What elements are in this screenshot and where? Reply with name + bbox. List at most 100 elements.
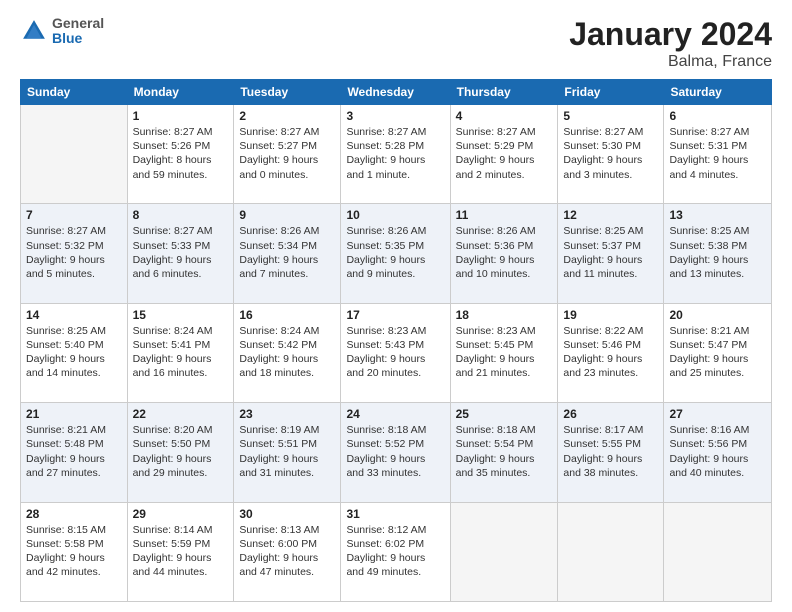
day-number: 28 [26,507,122,521]
logo-line2: Blue [52,31,104,46]
calendar-cell: 6Sunrise: 8:27 AMSunset: 5:31 PMDaylight… [664,105,772,204]
day-number: 3 [346,109,444,123]
calendar-header-tuesday: Tuesday [234,80,341,105]
day-info: Sunrise: 8:17 AMSunset: 5:55 PMDaylight:… [563,423,658,480]
calendar-cell: 7 Sunrise: 8:27 AMSunset: 5:32 PMDaylight… [21,204,128,303]
day-number: 2 [239,109,335,123]
day-info: Sunrise: 8:21 AMSunset: 5:48 PMDaylight:… [26,423,122,480]
day-info: Sunrise: 8:27 AMSunset: 5:26 PMDaylight:… [133,125,229,182]
calendar-cell: 30Sunrise: 8:13 AMSunset: 6:00 PMDayligh… [234,502,341,601]
calendar-cell: 21 Sunrise: 8:21 AMSunset: 5:48 PMDayligh… [21,403,128,502]
calendar-week-row: 21 Sunrise: 8:21 AMSunset: 5:48 PMDayligh… [21,403,772,502]
day-number: 11 [456,208,553,222]
logo-line1: General [52,16,104,31]
day-info: Sunrise: 8:25 AMSunset: 5:38 PMDaylight:… [669,224,766,281]
calendar-cell: 15 Sunrise: 8:24 AMSunset: 5:41 PMDayligh… [127,303,234,402]
day-number: 24 [346,407,444,421]
day-info: Sunrise: 8:19 AMSunset: 5:51 PMDaylight:… [239,423,335,480]
day-info: Sunrise: 8:27 AMSunset: 5:28 PMDaylight:… [346,125,444,182]
day-info: Sunrise: 8:24 AMSunset: 5:41 PMDaylight:… [133,324,229,381]
logo-icon [20,17,48,45]
day-number: 1 [133,109,229,123]
calendar-cell: 17 Sunrise: 8:23 AMSunset: 5:43 PMDayligh… [341,303,450,402]
day-info: Sunrise: 8:27 AMSunset: 5:29 PMDaylight:… [456,125,553,182]
calendar-week-row: 7 Sunrise: 8:27 AMSunset: 5:32 PMDaylight… [21,204,772,303]
calendar-cell: 3 Sunrise: 8:27 AMSunset: 5:28 PMDaylight… [341,105,450,204]
day-info: Sunrise: 8:26 AMSunset: 5:34 PMDaylight:… [239,224,335,281]
day-info: Sunrise: 8:26 AMSunset: 5:36 PMDaylight:… [456,224,553,281]
header: General Blue January 2024 Balma, France [20,16,772,71]
calendar-header-thursday: Thursday [450,80,558,105]
day-number: 15 [133,308,229,322]
calendar-cell: 20 Sunrise: 8:21 AMSunset: 5:47 PMDayligh… [664,303,772,402]
day-number: 29 [133,507,229,521]
calendar-table: SundayMondayTuesdayWednesdayThursdayFrid… [20,79,772,602]
day-info: Sunrise: 8:27 AMSunset: 5:32 PMDaylight:… [26,224,122,281]
day-number: 4 [456,109,553,123]
day-number: 10 [346,208,444,222]
calendar-week-row: 14 Sunrise: 8:25 AMSunset: 5:40 PMDayligh… [21,303,772,402]
day-number: 12 [563,208,658,222]
day-info: Sunrise: 8:23 AMSunset: 5:43 PMDaylight:… [346,324,444,381]
calendar-cell: 5Sunrise: 8:27 AMSunset: 5:30 PMDaylight… [558,105,664,204]
calendar-cell: 28 Sunrise: 8:15 AMSunset: 5:58 PMDayligh… [21,502,128,601]
day-info: Sunrise: 8:21 AMSunset: 5:47 PMDaylight:… [669,324,766,381]
calendar-header-sunday: Sunday [21,80,128,105]
calendar-cell: 22 Sunrise: 8:20 AMSunset: 5:50 PMDayligh… [127,403,234,502]
calendar-cell [21,105,128,204]
day-info: Sunrise: 8:12 AMSunset: 6:02 PMDaylight:… [346,523,444,580]
calendar-cell: 25 Sunrise: 8:18 AMSunset: 5:54 PMDayligh… [450,403,558,502]
page-subtitle: Balma, France [569,53,772,71]
day-info: Sunrise: 8:20 AMSunset: 5:50 PMDaylight:… [133,423,229,480]
calendar-cell: 23 Sunrise: 8:19 AMSunset: 5:51 PMDayligh… [234,403,341,502]
calendar-header-wednesday: Wednesday [341,80,450,105]
day-number: 25 [456,407,553,421]
day-info: Sunrise: 8:26 AMSunset: 5:35 PMDaylight:… [346,224,444,281]
day-info: Sunrise: 8:23 AMSunset: 5:45 PMDaylight:… [456,324,553,381]
calendar-cell [558,502,664,601]
calendar-cell: 10 Sunrise: 8:26 AMSunset: 5:35 PMDayligh… [341,204,450,303]
calendar-week-row: 1 Sunrise: 8:27 AMSunset: 5:26 PMDaylight… [21,105,772,204]
day-number: 23 [239,407,335,421]
calendar-cell [450,502,558,601]
day-info: Sunrise: 8:27 AMSunset: 5:31 PMDaylight:… [669,125,766,182]
calendar-cell: 1 Sunrise: 8:27 AMSunset: 5:26 PMDaylight… [127,105,234,204]
calendar-cell: 26Sunrise: 8:17 AMSunset: 5:55 PMDayligh… [558,403,664,502]
day-number: 27 [669,407,766,421]
day-info: Sunrise: 8:18 AMSunset: 5:54 PMDaylight:… [456,423,553,480]
day-info: Sunrise: 8:15 AMSunset: 5:58 PMDaylight:… [26,523,122,580]
calendar-cell: 12 Sunrise: 8:25 AMSunset: 5:37 PMDayligh… [558,204,664,303]
day-info: Sunrise: 8:16 AMSunset: 5:56 PMDaylight:… [669,423,766,480]
calendar-cell [664,502,772,601]
calendar-header-row: SundayMondayTuesdayWednesdayThursdayFrid… [21,80,772,105]
title-area: January 2024 Balma, France [569,16,772,71]
day-info: Sunrise: 8:18 AMSunset: 5:52 PMDaylight:… [346,423,444,480]
day-number: 16 [239,308,335,322]
calendar-cell: 4 Sunrise: 8:27 AMSunset: 5:29 PMDaylight… [450,105,558,204]
calendar-week-row: 28 Sunrise: 8:15 AMSunset: 5:58 PMDayligh… [21,502,772,601]
day-info: Sunrise: 8:27 AMSunset: 5:33 PMDaylight:… [133,224,229,281]
calendar-cell: 31Sunrise: 8:12 AMSunset: 6:02 PMDayligh… [341,502,450,601]
day-number: 18 [456,308,553,322]
day-info: Sunrise: 8:27 AMSunset: 5:30 PMDaylight:… [563,125,658,182]
day-info: Sunrise: 8:25 AMSunset: 5:37 PMDaylight:… [563,224,658,281]
calendar-cell: 19Sunrise: 8:22 AMSunset: 5:46 PMDayligh… [558,303,664,402]
day-number: 14 [26,308,122,322]
calendar-cell: 29 Sunrise: 8:14 AMSunset: 5:59 PMDayligh… [127,502,234,601]
calendar-header-friday: Friday [558,80,664,105]
day-number: 13 [669,208,766,222]
day-info: Sunrise: 8:14 AMSunset: 5:59 PMDaylight:… [133,523,229,580]
day-info: Sunrise: 8:24 AMSunset: 5:42 PMDaylight:… [239,324,335,381]
page-title: January 2024 [569,16,772,53]
page: General Blue January 2024 Balma, France … [0,0,792,612]
day-info: Sunrise: 8:25 AMSunset: 5:40 PMDaylight:… [26,324,122,381]
calendar-header-saturday: Saturday [664,80,772,105]
logo: General Blue [20,16,104,47]
day-number: 7 [26,208,122,222]
logo-text: General Blue [52,16,104,47]
day-number: 21 [26,407,122,421]
day-number: 17 [346,308,444,322]
day-number: 20 [669,308,766,322]
day-number: 22 [133,407,229,421]
day-info: Sunrise: 8:22 AMSunset: 5:46 PMDaylight:… [563,324,658,381]
